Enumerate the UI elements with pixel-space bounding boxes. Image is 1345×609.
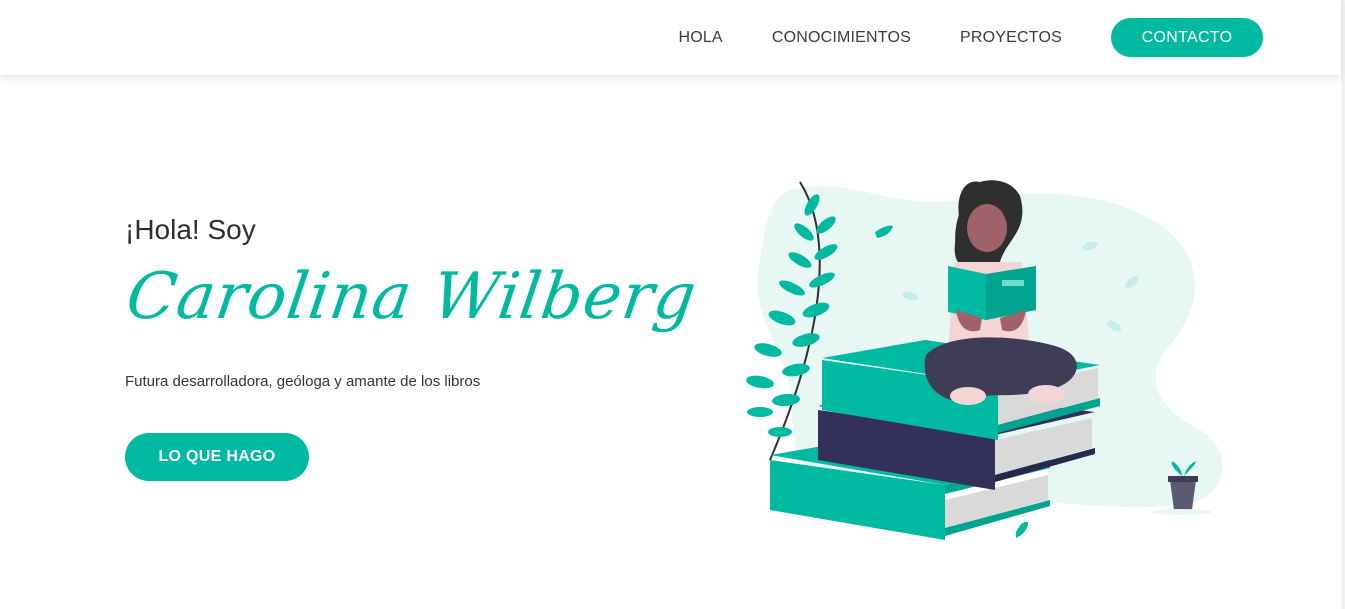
nav-menu: HOLA CONOCIMIENTOS PROYECTOS CONTACTO <box>678 18 1263 57</box>
woman-reading-on-books-illustration <box>746 180 1223 540</box>
nav-link-proyectos[interactable]: PROYECTOS <box>960 29 1062 47</box>
hero-name: Carolina Wilberg <box>122 260 702 334</box>
potted-plant-icon <box>1170 480 1196 510</box>
nav-link-conocimientos[interactable]: CONOCIMIENTOS <box>772 29 911 47</box>
page: HOLA CONOCIMIENTOS PROYECTOS CONTACTO ¡H… <box>0 0 1345 609</box>
lo-que-hago-button[interactable]: LO QUE HAGO <box>125 433 309 481</box>
leaf-icon <box>1016 521 1028 538</box>
navbar: HOLA CONOCIMIENTOS PROYECTOS CONTACTO <box>0 0 1341 75</box>
contact-button[interactable]: CONTACTO <box>1111 18 1263 57</box>
open-book-icon <box>948 266 986 320</box>
nav-link-hola[interactable]: HOLA <box>678 29 722 47</box>
hero-subtitle: Futura desarrolladora, geóloga y amante … <box>125 373 481 390</box>
hero-greeting: ¡Hola! Soy <box>125 214 256 245</box>
woman-face <box>967 204 1007 252</box>
scrollbar-track[interactable] <box>1341 0 1345 609</box>
